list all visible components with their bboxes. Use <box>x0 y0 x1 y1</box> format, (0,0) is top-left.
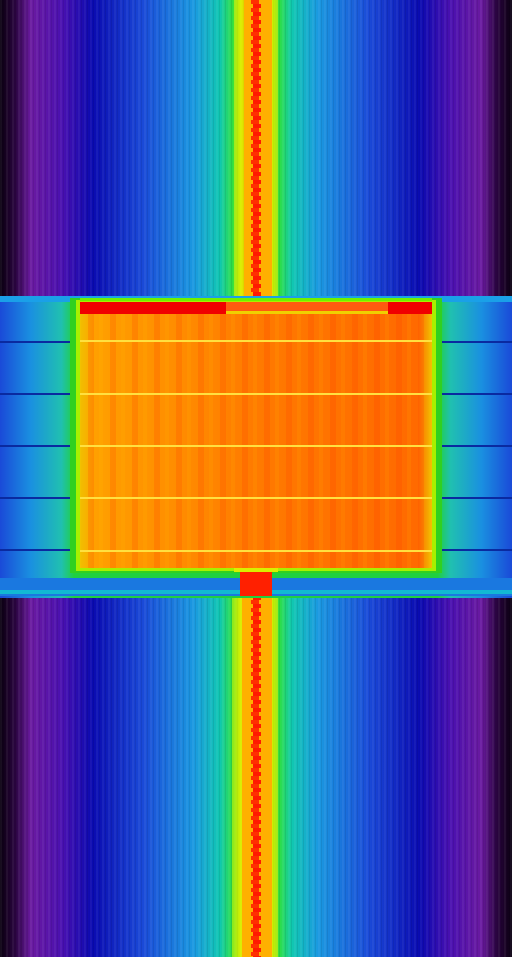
header-bar-left <box>80 302 226 314</box>
header-bar-right <box>388 302 432 314</box>
frame-line <box>80 340 432 342</box>
frame-line <box>80 445 432 447</box>
carrier-core-top <box>244 0 272 300</box>
spectrogram-waterfall <box>0 0 512 957</box>
frame-line <box>80 497 432 499</box>
frame-line <box>80 550 432 552</box>
header-bar-middle-line <box>226 311 388 314</box>
carrier-core-bottom <box>242 568 272 957</box>
header-top-line <box>80 298 432 301</box>
spectrogram-canvas <box>0 0 512 957</box>
frame-line <box>80 393 432 395</box>
carrier-burst-glow <box>234 568 278 572</box>
carrier-burst <box>240 570 272 596</box>
